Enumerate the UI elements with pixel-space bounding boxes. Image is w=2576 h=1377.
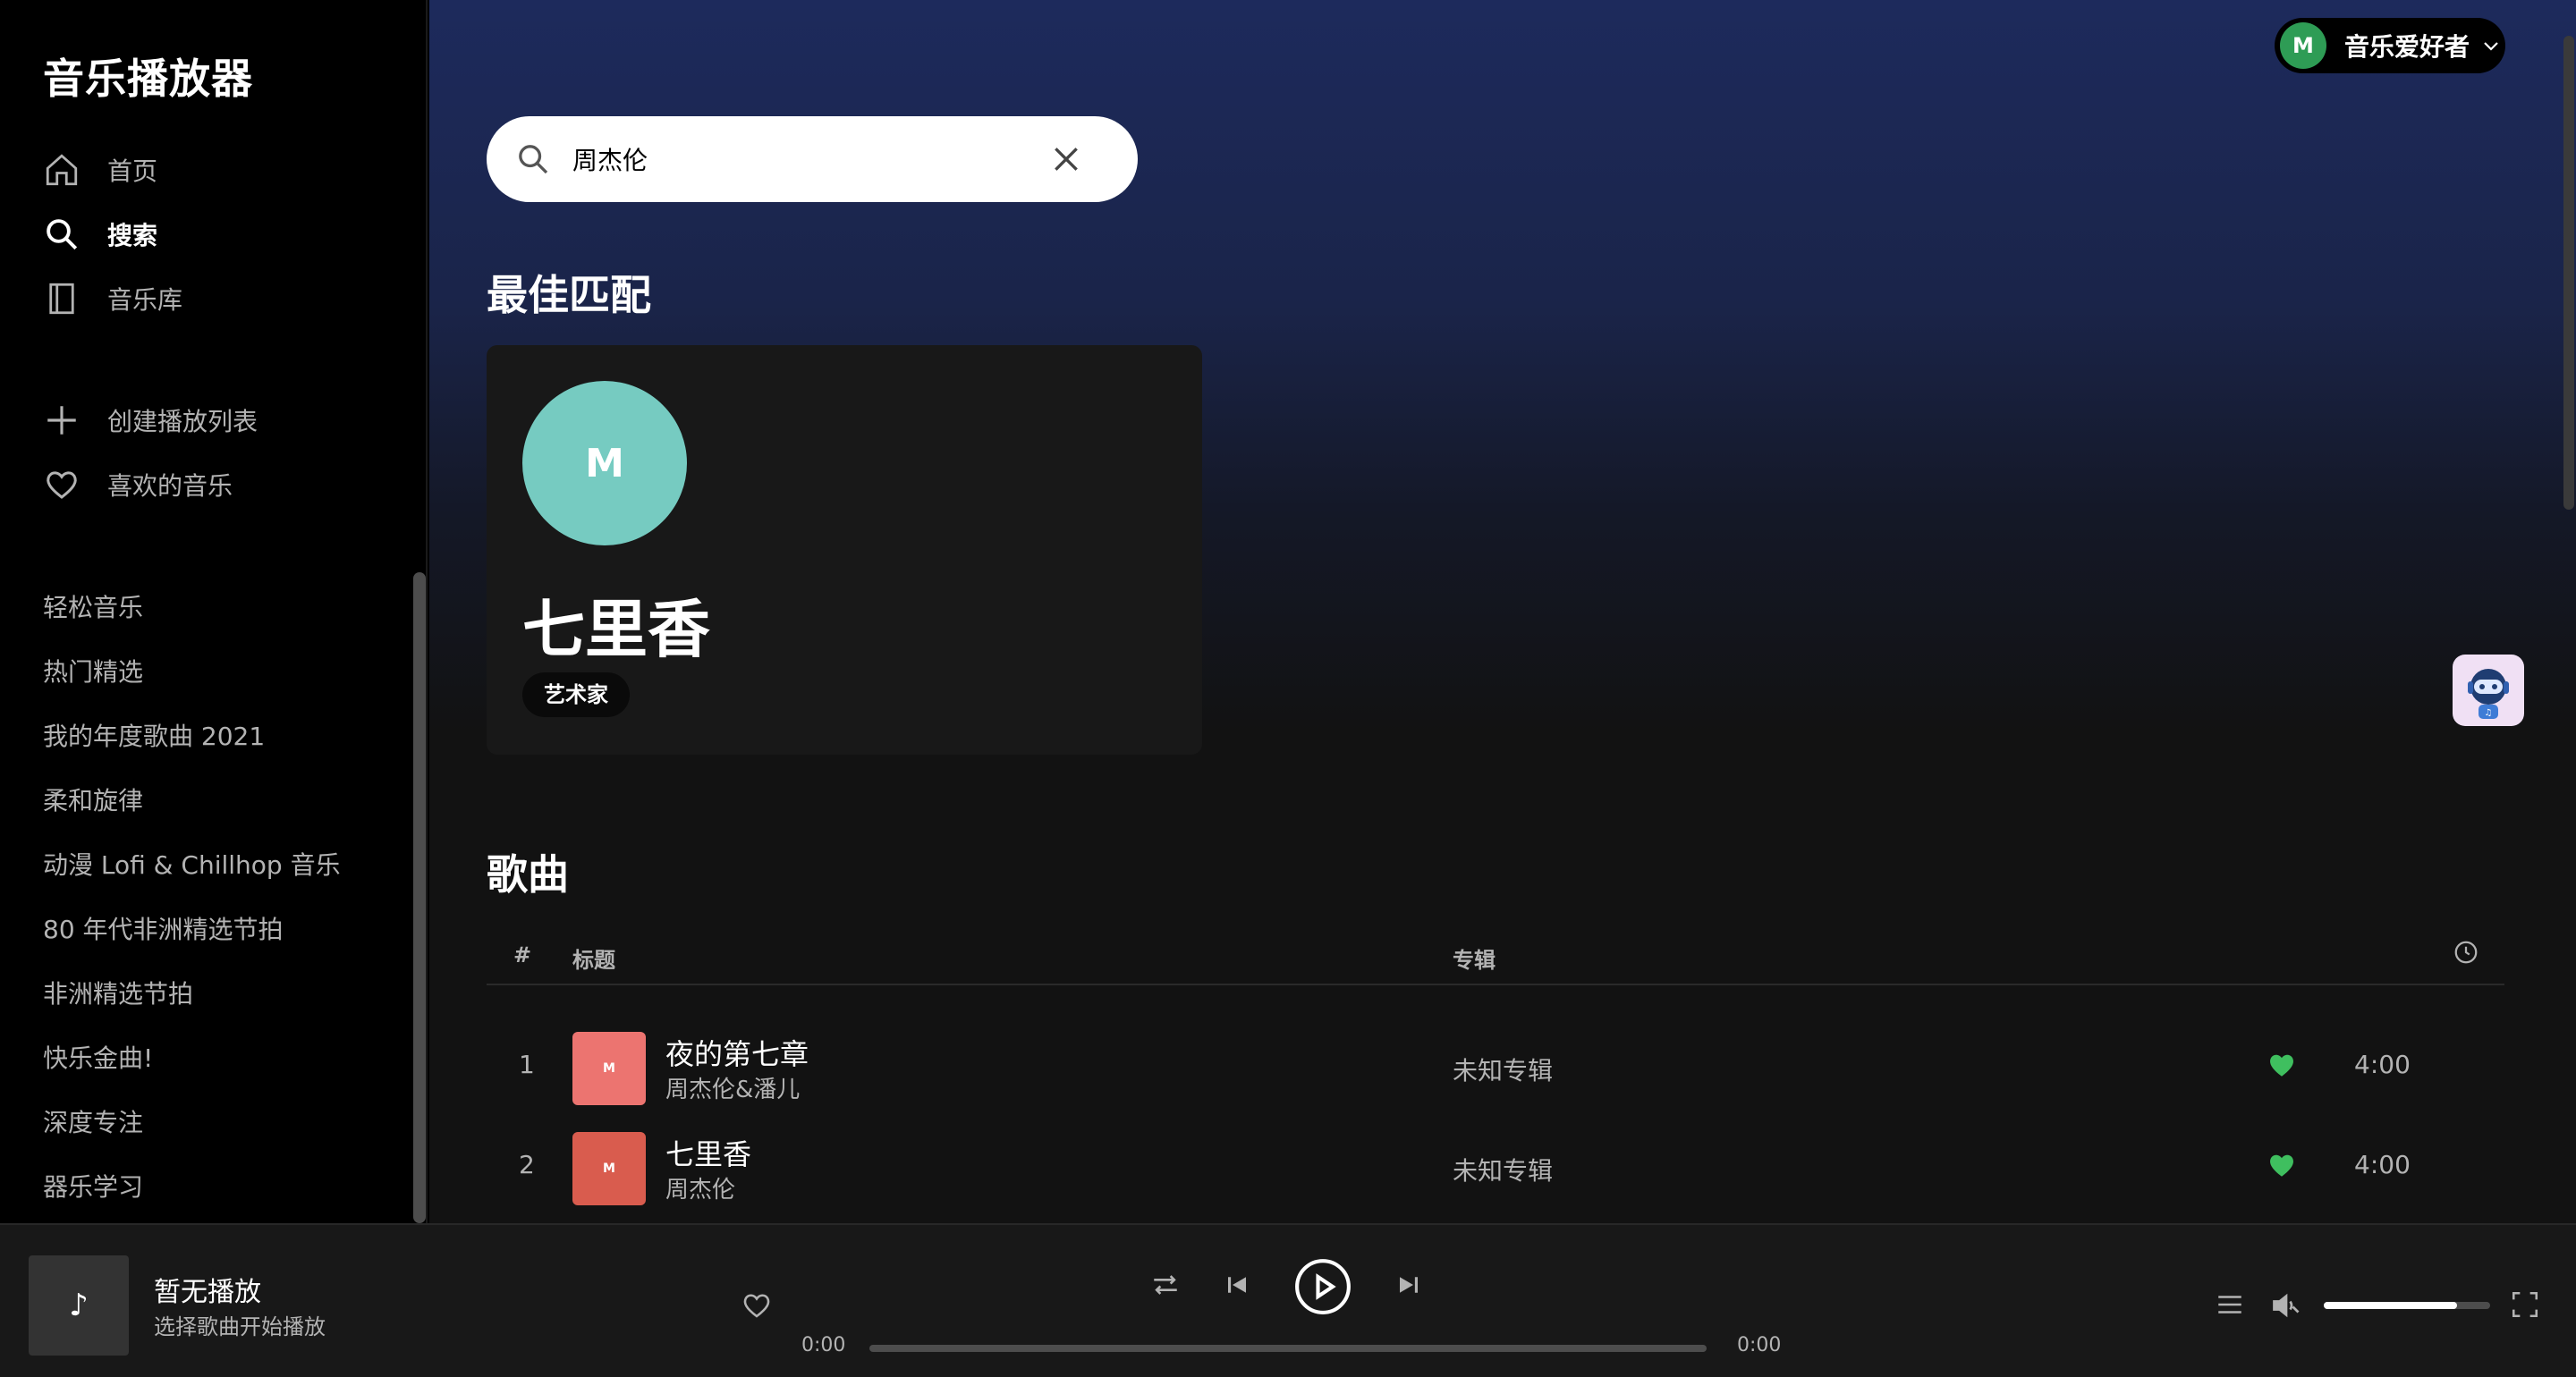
sidebar-playlist-item[interactable]: 80 年代非洲精选节拍: [43, 912, 284, 948]
plus-icon: [43, 401, 80, 439]
now-playing-subtitle: 选择歌曲开始播放: [154, 1314, 326, 1339]
player-bar: ♪ 暂无播放 选择歌曲开始播放 0:00 0:00: [0, 1223, 2576, 1377]
now-playing-title: 暂无播放: [154, 1277, 261, 1308]
volume-icon[interactable]: [2270, 1289, 2302, 1322]
liked-heart-icon[interactable]: [2267, 1050, 2297, 1080]
assistant-bot-button[interactable]: ♫: [2453, 655, 2524, 726]
header-num: #: [513, 942, 532, 967]
like-heart-icon[interactable]: [741, 1289, 773, 1322]
sidebar-playlist-item[interactable]: 快乐金曲!: [43, 1041, 153, 1077]
table-row[interactable]: 1 M 夜的第七章 周杰伦&潘儿 未知专辑 4:00: [487, 1016, 2504, 1112]
track-duration: 4:00: [2354, 1150, 2411, 1179]
liked-heart-icon[interactable]: [2267, 1150, 2297, 1180]
nav-search[interactable]: 搜索: [43, 209, 157, 259]
now-playing-art: ♪: [29, 1255, 129, 1356]
track-duration: 4:00: [2354, 1050, 2411, 1079]
sidebar-playlist-item[interactable]: 热门精选: [43, 655, 143, 690]
svg-text:♫: ♫: [2485, 708, 2493, 718]
queue-icon[interactable]: [2215, 1289, 2245, 1320]
songs-heading: 歌曲: [487, 850, 569, 899]
top-result-name: 七里香: [522, 593, 710, 666]
liked-songs-label: 喜欢的音乐: [107, 471, 233, 501]
avatar: M: [2280, 22, 2326, 69]
home-icon: [43, 151, 80, 189]
sidebar-playlist-item[interactable]: 柔和旋律: [43, 783, 143, 819]
library-icon: [43, 280, 80, 317]
sidebar-playlist-item[interactable]: 非洲精选节拍: [43, 976, 193, 1012]
user-name: 音乐爱好者: [2344, 32, 2470, 62]
heart-icon: [43, 466, 80, 503]
track-number: 1: [519, 1050, 535, 1079]
sidebar-playlist-item[interactable]: 我的年度歌曲 2021: [43, 719, 265, 755]
clock-icon: [2454, 941, 2478, 964]
main-scrollbar[interactable]: [2563, 36, 2574, 510]
progress-bar[interactable]: [869, 1345, 1707, 1352]
robot-icon: ♫: [2468, 669, 2509, 719]
liked-songs-button[interactable]: 喜欢的音乐: [43, 460, 233, 510]
track-thumbnail: M: [572, 1132, 646, 1205]
close-icon[interactable]: [1048, 141, 1084, 177]
nav-search-label: 搜索: [107, 221, 158, 250]
play-icon[interactable]: [1293, 1257, 1352, 1316]
nav-library[interactable]: 音乐库: [43, 274, 182, 324]
header-album: 专辑: [1453, 948, 1496, 973]
track-number: 2: [519, 1150, 535, 1179]
create-playlist-button[interactable]: 创建播放列表: [43, 395, 258, 445]
track-title: 夜的第七章: [665, 1037, 809, 1071]
nav-home[interactable]: 首页: [43, 145, 157, 195]
track-title: 七里香: [665, 1137, 752, 1171]
search-icon: [519, 145, 548, 174]
artist-avatar: M: [522, 381, 687, 545]
top-result-heading: 最佳匹配: [487, 271, 651, 319]
next-icon[interactable]: [1395, 1271, 1422, 1298]
track-thumbnail: M: [572, 1032, 646, 1105]
track-artist[interactable]: 周杰伦&潘儿: [665, 1071, 800, 1104]
time-current: 0:00: [801, 1334, 846, 1356]
shuffle-icon[interactable]: [1150, 1270, 1181, 1300]
track-album[interactable]: 未知专辑: [1453, 1052, 1553, 1087]
volume-slider[interactable]: [2324, 1302, 2490, 1309]
sidebar-playlist-item[interactable]: 动漫 Lofi & Chillhop 音乐: [43, 848, 341, 883]
search-icon: [43, 215, 80, 253]
volume-level: [2324, 1302, 2457, 1309]
table-row[interactable]: 2 M 七里香 周杰伦 未知专辑 4:00: [487, 1116, 2504, 1212]
sidebar-scrollbar[interactable]: [413, 572, 426, 1223]
fullscreen-icon[interactable]: [2510, 1289, 2540, 1320]
time-total: 0:00: [1737, 1334, 1782, 1356]
header-title: 标题: [572, 948, 615, 973]
top-result-card[interactable]: M 七里香 艺术家: [487, 345, 1202, 755]
previous-icon[interactable]: [1224, 1271, 1250, 1298]
search-bar: [487, 116, 1138, 202]
songs-table-header: # 标题 专辑: [487, 930, 2504, 985]
type-badge: 艺术家: [522, 672, 630, 717]
create-playlist-label: 创建播放列表: [107, 407, 258, 436]
chevron-down-icon: [2484, 42, 2498, 51]
sidebar-playlist-item[interactable]: 器乐学习: [43, 1170, 143, 1205]
track-album[interactable]: 未知专辑: [1453, 1152, 1553, 1187]
app-title: 音乐播放器: [43, 55, 253, 103]
sidebar-playlist-item[interactable]: 轻松音乐: [43, 590, 143, 626]
track-artist[interactable]: 周杰伦: [665, 1171, 735, 1204]
sidebar-playlist-item[interactable]: 深度专注: [43, 1105, 143, 1141]
user-menu-button[interactable]: M 音乐爱好者: [2275, 18, 2505, 73]
search-input[interactable]: [572, 144, 1038, 174]
nav-home-label: 首页: [107, 156, 158, 186]
nav-library-label: 音乐库: [107, 285, 183, 315]
sidebar: 音乐播放器 首页 搜索 音乐库 创建播放列表 喜欢的音乐 轻松音乐 热门精选 我…: [0, 0, 428, 1223]
